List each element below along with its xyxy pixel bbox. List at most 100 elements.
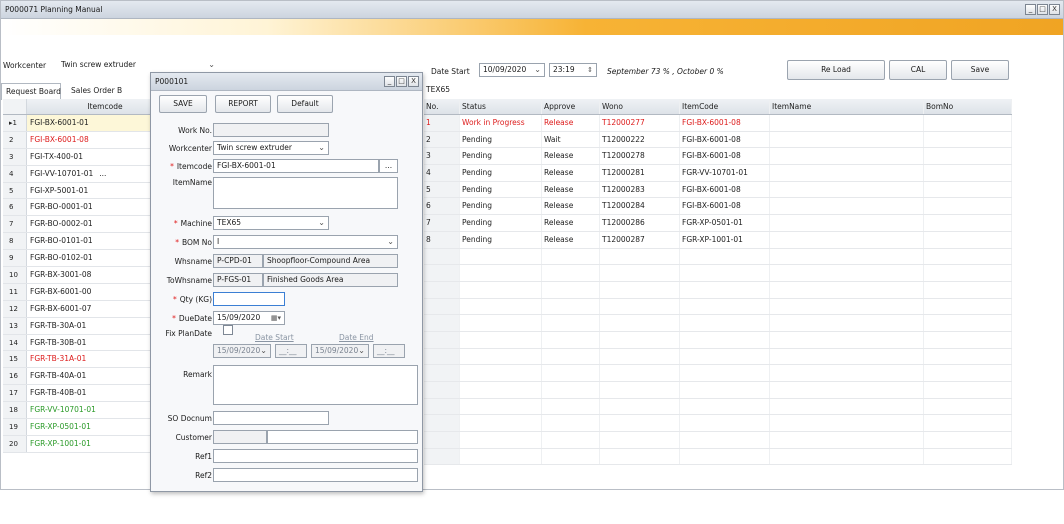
column-header[interactable]: Wono (600, 99, 680, 114)
towhsname-name-field[interactable]: Finished Goods Area (263, 273, 398, 287)
tab-sales-order[interactable]: Sales Order B (67, 83, 153, 100)
plan-start-date-input[interactable]: 15/09/2020 ⌄ (213, 344, 271, 358)
save-button[interactable]: Save (951, 60, 1009, 80)
date-start-input[interactable]: 10/09/2020 ⌄ (479, 63, 545, 77)
customer-name-field[interactable] (267, 430, 418, 444)
dialog-save-button[interactable]: SAVE (159, 95, 207, 113)
table-row[interactable]: 5 Pending Release T12000283 FGI-BX-6001-08 (424, 181, 1012, 199)
cal-button[interactable]: CAL (889, 60, 947, 80)
itemcode-text: FGR-XP-0501-01 (30, 422, 91, 432)
table-row[interactable]: 1 Work in Progress Release T12000277 FGI-BX-… (424, 115, 1012, 132)
table-row[interactable]: 7 Pending Release T12000286 FGR-XP-0501-01 (424, 215, 1012, 232)
plan-start-time-input[interactable]: __:__ (275, 344, 307, 358)
itemcode-cell: FGR-XP-0501-01 (680, 215, 770, 231)
empty-cell (680, 415, 770, 432)
table-row[interactable]: 2 Pending Wait T12000222 FGI-BX-6001-08 (424, 131, 1012, 149)
duedate-input[interactable]: 15/09/2020 ▦▾ (213, 311, 285, 325)
empty-cell (680, 315, 770, 331)
wono-cell: T12000287 (600, 231, 680, 248)
row-number: 6 (3, 199, 27, 216)
dialog-minimize-button[interactable]: _ (384, 76, 395, 87)
workcenter-select[interactable]: Twin screw extruder ⌄ (57, 58, 219, 72)
machine-tab[interactable]: TEX65 (426, 85, 450, 94)
column-header[interactable]: BomNo (924, 99, 1012, 114)
time-start-input[interactable]: 23:19 ⇕ (549, 63, 597, 77)
itemname-field[interactable] (213, 177, 398, 209)
maximize-button[interactable]: □ (1037, 4, 1048, 15)
bomno-label-text: BOM No (182, 238, 212, 247)
calendar-icon[interactable]: ▦▾ (271, 312, 281, 324)
dialog-maximize-button[interactable]: □ (396, 76, 407, 87)
fixplan-checkbox[interactable] (223, 325, 233, 335)
machine-select[interactable]: TEX65 ⌄ (213, 216, 329, 230)
ref1-field[interactable] (213, 449, 418, 463)
table-row (424, 365, 1012, 382)
table-row[interactable]: 8 Pending Release T12000287 FGR-XP-1001-01 (424, 231, 1012, 249)
towhsname-label: ToWhsname (166, 276, 212, 285)
close-button[interactable]: X (1049, 4, 1060, 15)
plan-end-date-input[interactable]: 15/09/2020 ⌄ (311, 344, 369, 358)
column-header[interactable]: ItemCode (680, 99, 770, 114)
empty-cell (424, 432, 460, 448)
empty-cell (770, 398, 924, 415)
sodocnum-field[interactable] (213, 411, 329, 425)
empty-cell (924, 115, 1012, 131)
towhsname-code-field[interactable]: P-FGS-01 (213, 273, 263, 287)
remark-textarea[interactable] (213, 365, 418, 405)
empty-cell (424, 331, 460, 348)
column-header[interactable]: No. (424, 99, 460, 114)
row-number: 15 (3, 351, 27, 368)
row-number: 8 (3, 233, 27, 250)
itemcode-browse-button[interactable]: ... (99, 169, 106, 178)
itemcode-field[interactable]: FGI-BX-6001-01 (213, 159, 379, 173)
itemcode-text: FGI-TX-400-01 (30, 151, 83, 161)
bomno-select[interactable]: I ⌄ (213, 235, 398, 249)
machine-value: TEX65 (217, 218, 242, 227)
empty-cell (600, 382, 680, 398)
table-row (424, 398, 1012, 416)
empty-cell (770, 415, 924, 432)
table-row[interactable]: 4 Pending Release T12000281 FGR-VV-10701-01 (424, 165, 1012, 182)
empty-cell (424, 265, 460, 281)
itemcode-cell: FGR-XP-1001-01 (680, 231, 770, 248)
row-number-header (3, 99, 27, 114)
column-header[interactable]: Approve (542, 99, 600, 114)
itemcode-text: FGI-XP-5001-01 (30, 185, 89, 195)
dialog-close-button[interactable]: X (408, 76, 419, 87)
time-start-value: 23:19 (553, 65, 575, 74)
spinner-icon[interactable]: ⇕ (587, 64, 593, 76)
ref2-field[interactable] (213, 468, 418, 482)
qty-input[interactable] (213, 292, 285, 306)
tab-request-board[interactable]: Request Board (1, 83, 61, 100)
itemcode-browse-button[interactable]: ... (379, 159, 398, 173)
whsname-code-field[interactable]: P-CPD-01 (213, 254, 263, 268)
default-button[interactable]: Default (277, 95, 333, 113)
workno-field[interactable] (213, 123, 329, 137)
plan-end-time-input[interactable]: __:__ (373, 344, 405, 358)
row-number: 13 (3, 317, 27, 334)
column-header[interactable]: Status (460, 99, 542, 114)
empty-cell (542, 365, 600, 381)
empty-cell (924, 265, 1012, 281)
whsname-name-field[interactable]: Shoopfloor-Compound Area (263, 254, 398, 268)
empty-cell (460, 248, 542, 265)
reload-button[interactable]: Re Load (787, 60, 885, 80)
table-row (424, 248, 1012, 266)
empty-cell (460, 432, 542, 448)
bomno-label: * BOM No (175, 238, 212, 247)
empty-cell (424, 382, 460, 398)
table-row[interactable]: 6 Pending Release T12000284 FGI-BX-6001-08 (424, 198, 1012, 216)
column-header[interactable]: ItemName (770, 99, 924, 114)
dialog-workcenter-value: Twin screw extruder (217, 143, 292, 152)
report-button[interactable]: REPORT (215, 95, 271, 113)
empty-cell (600, 365, 680, 381)
table-row[interactable]: 3 Pending Release T12000278 FGI-BX-6001-08 (424, 148, 1012, 166)
minimize-button[interactable]: _ (1025, 4, 1036, 15)
itemcode-text: FGI-BX-6001-01 (30, 118, 89, 127)
itemcode-cell: FGI-BX-6001-08 (680, 115, 770, 131)
plan-date-start-label: Date Start (255, 333, 294, 342)
customer-code-field[interactable] (213, 430, 267, 444)
plan-date-end-label: Date End (339, 333, 374, 342)
dialog-workcenter-select[interactable]: Twin screw extruder ⌄ (213, 141, 329, 155)
chevron-down-icon: ⌄ (260, 346, 267, 355)
